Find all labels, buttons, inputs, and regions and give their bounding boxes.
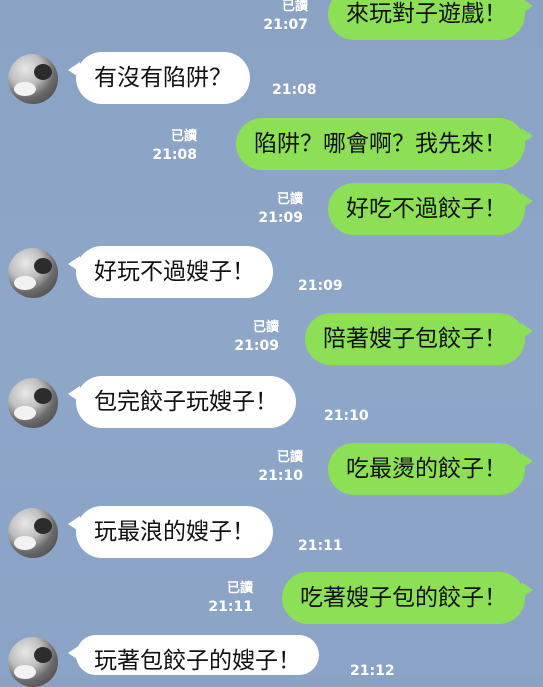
message-meta: 已讀 21:08 xyxy=(152,128,197,164)
outgoing-message-bubble[interactable]: 陷阱？哪會啊？我先來！ xyxy=(236,118,533,170)
read-receipt: 已讀 xyxy=(276,450,303,465)
contact-avatar[interactable] xyxy=(8,637,58,687)
message-time: 21:09 xyxy=(234,338,279,354)
message-time: 21:11 xyxy=(208,599,253,615)
message-time: 21:09 xyxy=(258,210,303,226)
message-time: 21:12 xyxy=(350,663,395,679)
read-receipt: 已讀 xyxy=(281,0,308,14)
contact-avatar[interactable] xyxy=(8,248,58,298)
message-meta: 已讀 21:07 xyxy=(263,0,308,34)
message-meta: 已讀 21:09 xyxy=(234,319,279,355)
message-time: 21:07 xyxy=(263,17,308,33)
contact-avatar[interactable] xyxy=(8,378,58,428)
message-time: 21:08 xyxy=(152,147,197,163)
message-meta: 已讀 21:10 xyxy=(258,449,303,485)
incoming-message-bubble[interactable]: 玩最浪的嫂子！ xyxy=(68,506,273,558)
message-time: 21:10 xyxy=(258,468,303,484)
message-meta: 已讀 21:11 xyxy=(208,580,253,616)
outgoing-message-bubble[interactable]: 吃最燙的餃子！ xyxy=(328,443,533,495)
incoming-message-bubble[interactable]: 包完餃子玩嫂子！ xyxy=(68,376,296,428)
read-receipt: 已讀 xyxy=(276,192,303,207)
contact-avatar[interactable] xyxy=(8,508,58,558)
message-time: 21:11 xyxy=(298,538,343,554)
outgoing-message-bubble[interactable]: 陪著嫂子包餃子！ xyxy=(305,313,533,365)
message-time: 21:08 xyxy=(272,82,317,98)
message-time: 21:10 xyxy=(324,408,369,424)
outgoing-message-bubble[interactable]: 來玩對子遊戲！ xyxy=(328,0,533,40)
chat-view: 已讀 21:07 來玩對子遊戲！ 有沒有陷阱？ 21:08 已讀 21:08 陷… xyxy=(0,0,543,687)
read-receipt: 已讀 xyxy=(170,129,197,144)
outgoing-message-bubble[interactable]: 吃著嫂子包的餃子！ xyxy=(282,572,533,624)
message-time: 21:09 xyxy=(298,278,343,294)
contact-avatar[interactable] xyxy=(8,54,58,104)
read-receipt: 已讀 xyxy=(226,581,253,596)
message-meta: 已讀 21:09 xyxy=(258,191,303,227)
incoming-message-bubble[interactable]: 有沒有陷阱？ xyxy=(68,52,250,104)
outgoing-message-bubble[interactable]: 好吃不過餃子！ xyxy=(328,183,533,235)
incoming-message-bubble[interactable]: 好玩不過嫂子！ xyxy=(68,246,273,298)
incoming-message-bubble[interactable]: 玩著包餃子的嫂子！ xyxy=(68,635,319,675)
read-receipt: 已讀 xyxy=(252,320,279,335)
